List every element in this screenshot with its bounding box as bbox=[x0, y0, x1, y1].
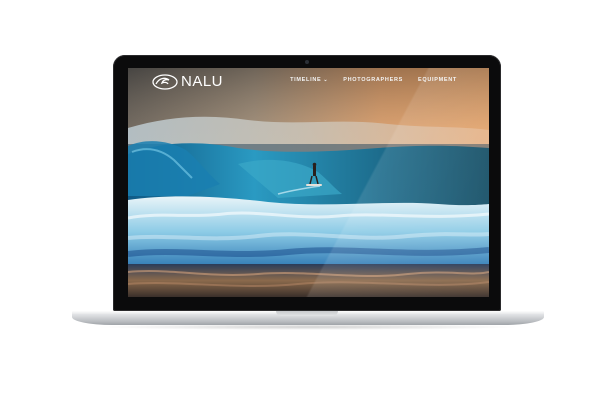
chevron-down-icon: ⌄ bbox=[323, 76, 329, 83]
hero-image bbox=[128, 68, 489, 297]
site-logo[interactable]: NALU bbox=[152, 73, 223, 91]
nav-link-label: EQUIPMENT bbox=[418, 77, 457, 83]
nav-link-equipment[interactable]: EQUIPMENT bbox=[418, 77, 457, 83]
logo-text: NALU bbox=[181, 73, 224, 90]
laptop-screen: NALU TIMELINE ⌄ PHOTOGRAPHERS EQUIPMENT bbox=[128, 68, 489, 297]
nav-link-label: TIMELINE bbox=[290, 77, 322, 83]
nav-links: TIMELINE ⌄ PHOTOGRAPHERS EQUIPMENT bbox=[290, 77, 457, 83]
webcam bbox=[305, 60, 309, 64]
site-navbar: NALU TIMELINE ⌄ PHOTOGRAPHERS EQUIPMENT bbox=[128, 68, 489, 94]
nav-link-label: PHOTOGRAPHERS bbox=[343, 77, 403, 83]
lid-opening-notch bbox=[276, 311, 338, 316]
nav-link-photographers[interactable]: PHOTOGRAPHERS bbox=[343, 77, 403, 83]
laptop-mockup: NALU TIMELINE ⌄ PHOTOGRAPHERS EQUIPMENT bbox=[0, 0, 615, 400]
nav-link-timeline[interactable]: TIMELINE ⌄ bbox=[290, 77, 328, 83]
wave-logo-icon bbox=[152, 74, 178, 90]
